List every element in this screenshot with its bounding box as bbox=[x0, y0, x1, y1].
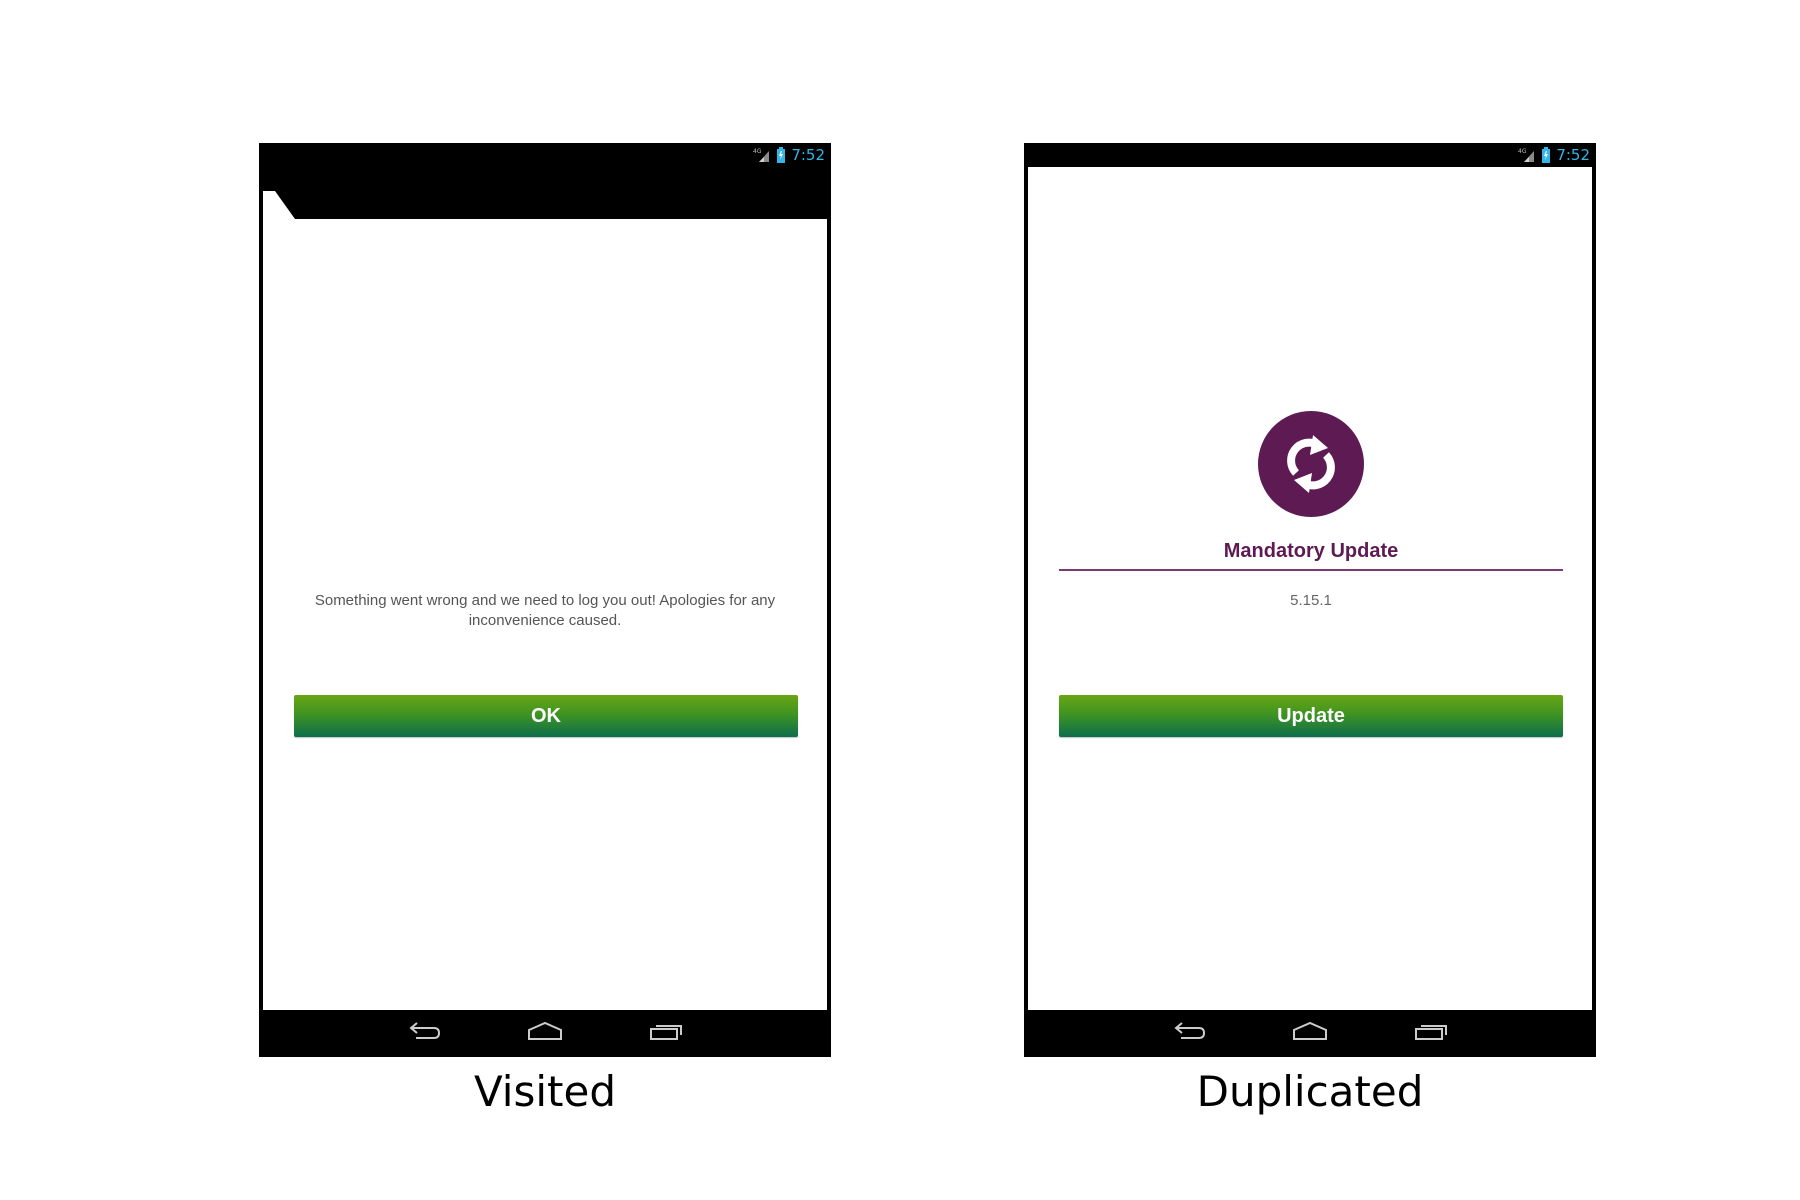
home-icon[interactable] bbox=[1290, 1018, 1330, 1046]
version-number: 5.15.1 bbox=[1290, 592, 1332, 609]
phone-frame: 4G 7:52 Something went wrong and we need… bbox=[259, 143, 831, 1057]
recent-apps-icon[interactable] bbox=[1412, 1018, 1452, 1046]
panel-duplicated: 4G 7:52 Mandatory Update 5.15.1 Update D… bbox=[1024, 143, 1596, 1116]
caption-duplicated: Duplicated bbox=[1196, 1067, 1424, 1116]
update-button[interactable]: Update bbox=[1059, 695, 1563, 737]
status-bar: 4G 7:52 bbox=[1024, 143, 1596, 167]
status-time: 7:52 bbox=[1556, 146, 1590, 164]
signal-icon: 4G bbox=[1518, 148, 1535, 162]
header-bar bbox=[263, 167, 827, 219]
battery-icon bbox=[777, 147, 786, 163]
error-message: Something went wrong and we need to log … bbox=[314, 592, 776, 629]
signal-icon: 4G bbox=[753, 148, 770, 162]
home-icon[interactable] bbox=[525, 1018, 565, 1046]
nav-bar bbox=[259, 1010, 831, 1057]
status-icons: 4G 7:52 bbox=[753, 145, 825, 165]
figure: 4G 7:52 Something went wrong and we need… bbox=[0, 0, 1800, 1200]
back-icon[interactable] bbox=[404, 1018, 444, 1046]
title-divider bbox=[1059, 569, 1563, 571]
status-icons: 4G 7:52 bbox=[1518, 145, 1590, 165]
battery-icon bbox=[1542, 147, 1551, 163]
panel-visited: 4G 7:52 Something went wrong and we need… bbox=[259, 143, 831, 1116]
caption-visited: Visited bbox=[474, 1067, 616, 1116]
ok-button[interactable]: OK bbox=[294, 695, 798, 737]
status-time: 7:52 bbox=[791, 146, 825, 164]
network-type-label: 4G bbox=[753, 148, 762, 155]
network-type-label: 4G bbox=[1518, 148, 1527, 155]
back-icon[interactable] bbox=[1169, 1018, 1209, 1046]
nav-bar bbox=[1024, 1010, 1596, 1057]
phone-frame: 4G 7:52 Mandatory Update 5.15.1 Update bbox=[1024, 143, 1596, 1057]
app-screen: Something went wrong and we need to log … bbox=[263, 167, 827, 1010]
recent-apps-icon[interactable] bbox=[647, 1018, 687, 1046]
refresh-icon bbox=[1258, 411, 1364, 517]
status-bar: 4G 7:52 bbox=[259, 143, 831, 167]
app-screen: Mandatory Update 5.15.1 Update bbox=[1028, 167, 1592, 1010]
update-title: Mandatory Update bbox=[1223, 540, 1399, 562]
